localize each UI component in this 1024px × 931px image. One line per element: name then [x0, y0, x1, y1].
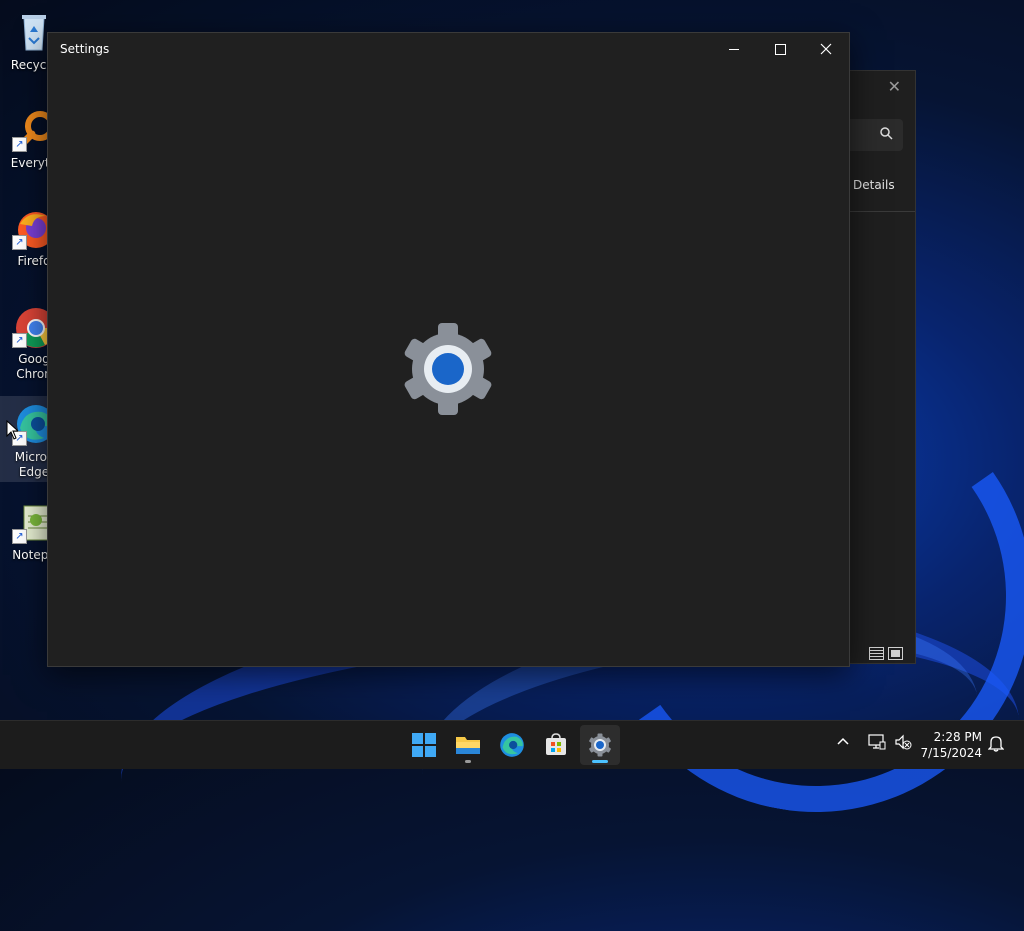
settings-window[interactable]: Settings — [47, 32, 850, 667]
chevron-up-icon — [837, 737, 849, 745]
window-title: Settings — [60, 42, 110, 56]
tiles-view-icon[interactable] — [888, 647, 903, 660]
store-icon — [546, 733, 566, 755]
edge-icon — [500, 733, 524, 757]
minimize-button[interactable] — [711, 33, 757, 65]
close-button[interactable] — [803, 33, 849, 65]
notifications-button[interactable] — [987, 734, 1005, 756]
taskbar-settings[interactable] — [580, 725, 620, 765]
maximize-button[interactable] — [757, 33, 803, 65]
show-hidden-icons-button[interactable] — [836, 734, 850, 752]
taskbar-store[interactable] — [536, 725, 576, 765]
details-button[interactable]: Details — [853, 178, 895, 192]
divider — [841, 211, 915, 212]
clock-date: 7/15/2024 — [920, 746, 982, 760]
active-indicator — [592, 760, 608, 763]
volume-button[interactable] — [894, 734, 912, 754]
taskbar: 2:28 PM 7/15/2024 — [0, 720, 1024, 769]
taskbar-edge[interactable] — [492, 725, 532, 765]
settings-gear-icon — [404, 323, 492, 415]
bell-icon — [987, 736, 1005, 752]
details-view-icon[interactable] — [869, 647, 884, 660]
network-icon — [868, 734, 886, 750]
maximize-icon — [774, 43, 786, 55]
windows-start-icon — [412, 733, 436, 757]
view-toggle — [869, 643, 907, 662]
folder-icon — [456, 737, 480, 754]
shortcut-arrow-icon: ↗ — [12, 529, 27, 544]
close-icon[interactable]: ✕ — [888, 77, 901, 96]
taskbar-file-explorer[interactable] — [448, 725, 488, 765]
close-icon — [820, 43, 832, 55]
volume-muted-icon — [895, 734, 912, 750]
shortcut-arrow-icon: ↗ — [12, 137, 27, 152]
taskbar-start-button[interactable] — [404, 725, 444, 765]
minimize-icon — [729, 48, 739, 50]
running-indicator — [465, 760, 471, 763]
network-button[interactable] — [868, 734, 886, 754]
shortcut-arrow-icon: ↗ — [12, 333, 27, 348]
title-bar[interactable]: Settings — [48, 33, 849, 65]
settings-gear-icon — [589, 733, 611, 757]
mouse-cursor-icon — [6, 420, 18, 440]
shortcut-arrow-icon: ↗ — [12, 235, 27, 250]
clock-time: 2:28 PM — [933, 730, 982, 744]
search-icon[interactable] — [879, 126, 893, 140]
search-box[interactable] — [841, 119, 903, 151]
system-clock[interactable]: 2:28 PM 7/15/2024 — [920, 729, 982, 761]
